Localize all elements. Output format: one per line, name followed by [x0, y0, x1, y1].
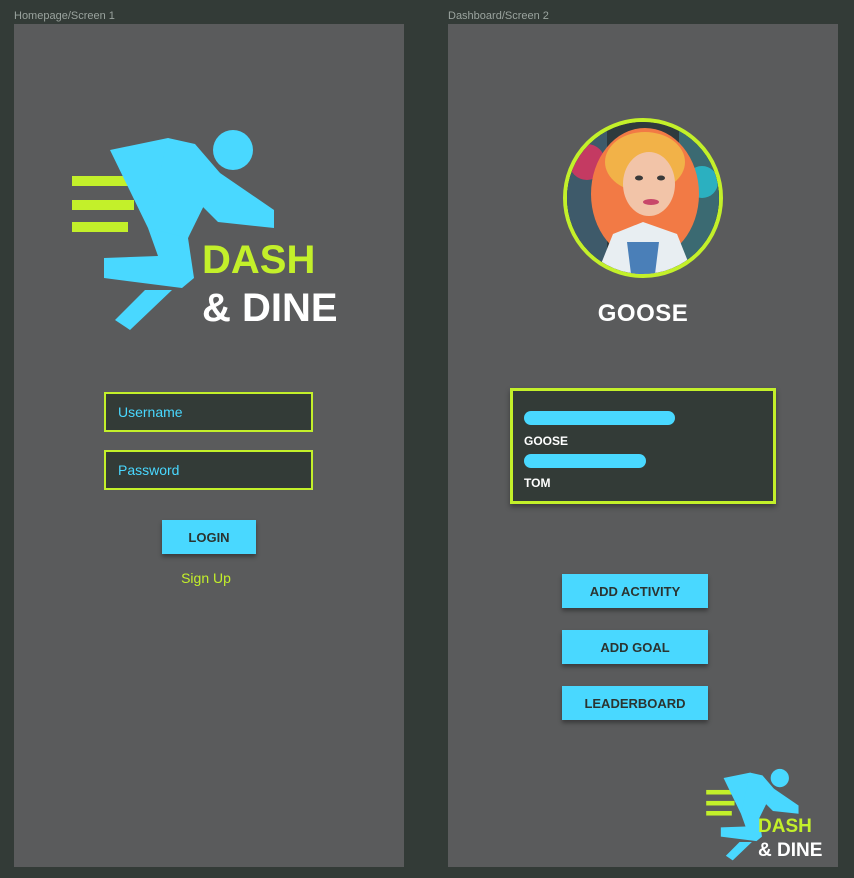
login-button[interactable]: LOGIN	[162, 520, 256, 554]
user-name: GOOSE	[597, 300, 689, 327]
logo-word-dine: & DINE	[202, 286, 338, 330]
add-goal-button[interactable]: ADD GOAL	[562, 630, 708, 664]
logo-word-dine-small: & DINE	[758, 840, 823, 861]
dashboard-screen: GOOSE GOOSE TOM ADD ACTIVITY ADD GOAL LE…	[448, 24, 838, 867]
sign-up-link[interactable]: Sign Up	[14, 570, 398, 586]
leaderboard-name-goose: GOOSE	[524, 434, 569, 448]
leaderboard-name-tom: TOM	[524, 476, 551, 490]
frame-label-dashboard: Dashboard/Screen 2	[448, 10, 549, 22]
progress-bar-goose	[524, 411, 675, 425]
app-logo: DASH & DINE	[70, 128, 340, 338]
logo-word-dash: DASH	[202, 238, 316, 282]
app-logo-small: DASH & DINE	[702, 768, 832, 864]
logo-word-dash-small: DASH	[758, 816, 812, 837]
profile-photo	[567, 122, 719, 274]
username-input[interactable]: Username	[104, 392, 313, 432]
homepage-screen: DASH & DINE Username Password LOGIN Sign…	[14, 24, 404, 867]
add-activity-button[interactable]: ADD ACTIVITY	[562, 574, 708, 608]
avatar[interactable]	[563, 118, 723, 278]
leaderboard-card: GOOSE TOM	[510, 388, 776, 504]
password-input[interactable]: Password	[104, 450, 313, 490]
frame-label-homepage: Homepage/Screen 1	[14, 10, 115, 22]
leaderboard-button[interactable]: LEADERBOARD	[562, 686, 708, 720]
progress-bar-tom	[524, 454, 646, 468]
